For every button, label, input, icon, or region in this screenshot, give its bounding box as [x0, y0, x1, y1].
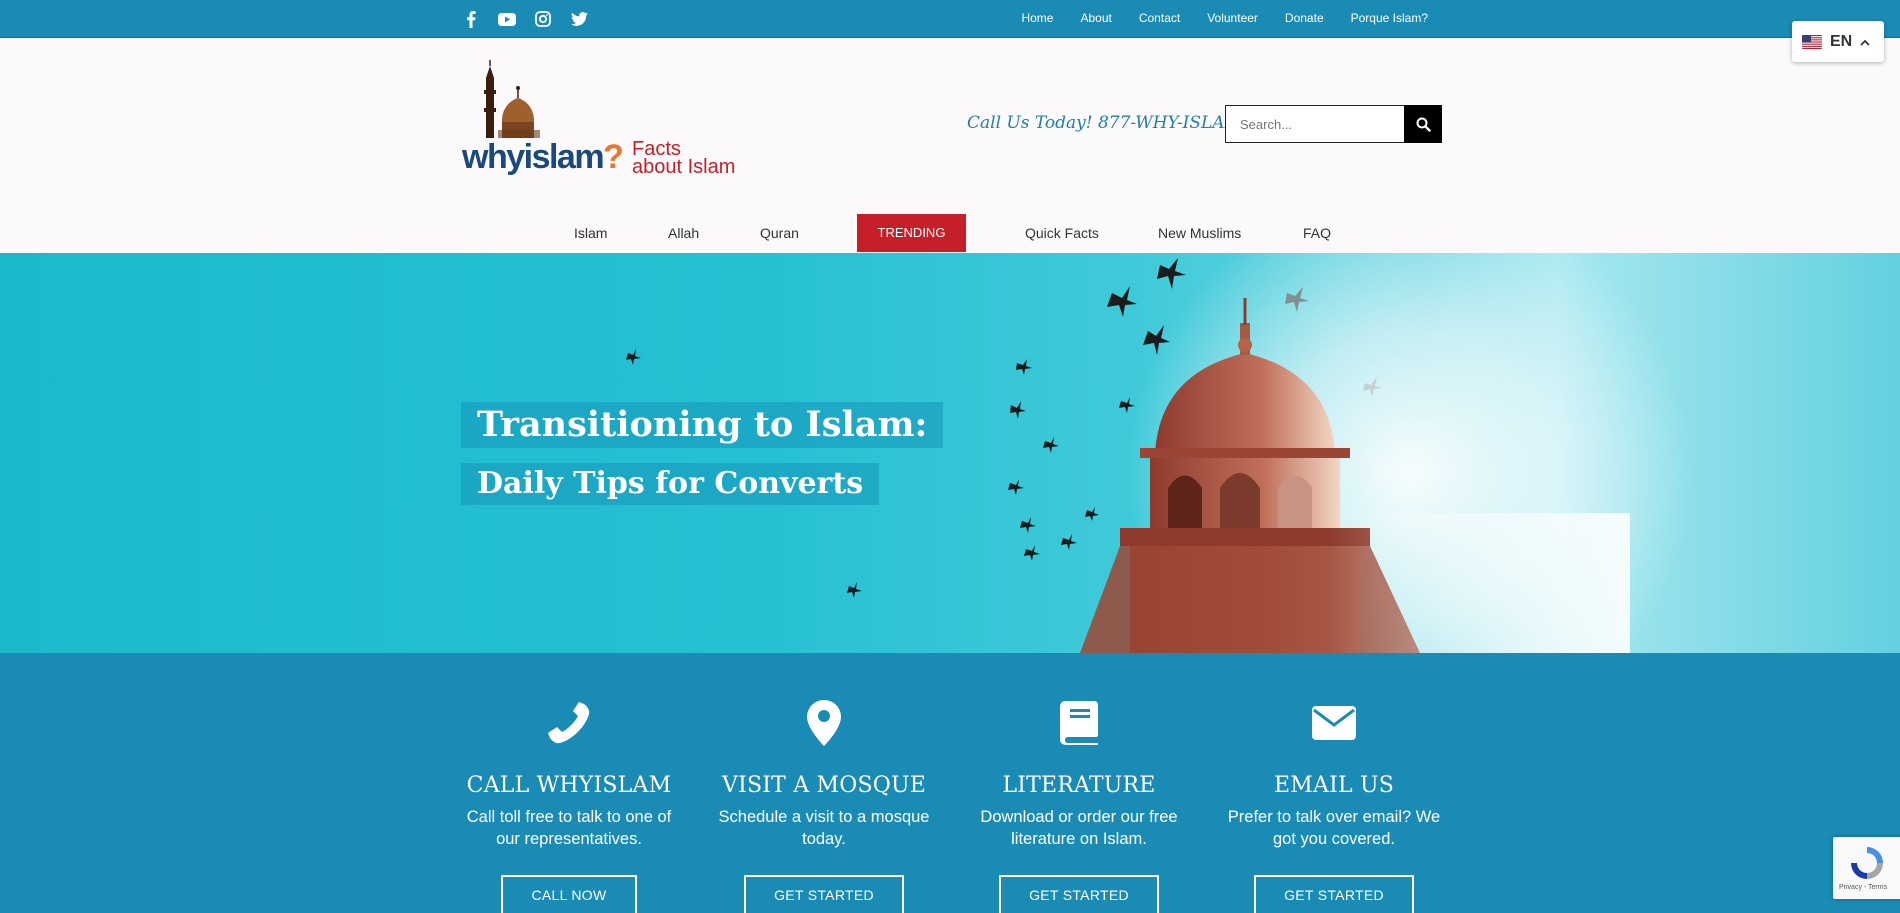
site-header: whyislam? Facts about Islam Call Us Toda…	[0, 38, 1900, 253]
site-tagline: Facts about Islam	[632, 138, 736, 178]
social-links	[462, 0, 588, 38]
nav-new-muslims[interactable]: New Muslims	[1158, 214, 1241, 252]
whyislam-logo[interactable]: whyislam?	[460, 60, 624, 185]
hero-title: Transitioning to Islam:	[461, 402, 944, 448]
nav-islam[interactable]: Islam	[574, 214, 607, 252]
us-flag-icon	[1802, 34, 1822, 49]
hero-banner[interactable]: Transitioning to Islam: Daily Tips for C…	[0, 253, 1900, 653]
feature-call-text: Call toll free to talk to one of our rep…	[466, 808, 672, 848]
logo-wordmark: whyislam?	[462, 138, 624, 176]
feature-mosque: VISIT A MOSQUE Schedule a visit to a mos…	[709, 653, 939, 913]
call-now-button[interactable]: CALL NOW	[501, 875, 637, 913]
topnav-donate[interactable]: Donate	[1285, 11, 1324, 25]
call-us-text: Call Us Today! 877-WHY-ISLAM	[967, 113, 1242, 133]
recaptcha-icon	[1851, 847, 1883, 879]
feature-email-text: Prefer to talk over email? We got you co…	[1227, 808, 1441, 848]
nav-allah[interactable]: Allah	[668, 214, 699, 252]
nav-quran[interactable]: Quran	[760, 214, 799, 252]
topnav-home[interactable]: Home	[1021, 11, 1053, 25]
features-section: CALL WHYISLAM Call toll free to talk to …	[0, 653, 1900, 913]
nav-faq[interactable]: FAQ	[1303, 214, 1331, 252]
search-button[interactable]	[1404, 105, 1442, 143]
search-form	[1225, 105, 1442, 143]
feature-literature: LITERATURE Download or order our free li…	[964, 653, 1194, 913]
search-input[interactable]	[1225, 105, 1404, 143]
search-icon	[1416, 117, 1431, 132]
feature-email-title: EMAIL US	[1274, 773, 1394, 798]
feature-mosque-title: VISIT A MOSQUE	[722, 773, 926, 798]
facebook-icon[interactable]	[462, 10, 480, 28]
visit-mosque-button[interactable]: GET STARTED	[744, 875, 904, 913]
envelope-icon	[1312, 706, 1356, 740]
top-nav: Home About Contact Volunteer Donate Porq…	[1021, 0, 1428, 36]
book-icon	[1060, 701, 1098, 745]
phone-icon	[548, 702, 590, 744]
language-selector[interactable]: EN	[1792, 21, 1884, 62]
topnav-about[interactable]: About	[1080, 11, 1111, 25]
feature-mosque-text: Schedule a visit to a mosque today.	[718, 808, 930, 848]
topnav-contact[interactable]: Contact	[1139, 11, 1180, 25]
nav-trending[interactable]: TRENDING	[857, 214, 966, 252]
recaptcha-links[interactable]: Privacy - Terms	[1839, 884, 1887, 891]
minaret-birds-illustration	[626, 258, 1630, 653]
mosque-logo-icon	[484, 60, 540, 138]
recaptcha-badge[interactable]: Privacy - Terms	[1833, 837, 1900, 899]
chevron-up-icon	[1860, 33, 1870, 51]
map-marker-icon	[807, 700, 841, 746]
topnav-volunteer[interactable]: Volunteer	[1207, 11, 1258, 25]
nav-quick-facts[interactable]: Quick Facts	[1025, 214, 1099, 252]
twitter-icon[interactable]	[570, 10, 588, 28]
main-nav: Islam Allah Quran TRENDING Quick Facts N…	[0, 214, 1900, 252]
language-code: EN	[1830, 32, 1853, 50]
hero-subtitle: Daily Tips for Converts	[461, 463, 880, 505]
feature-email: EMAIL US Prefer to talk over email? We g…	[1219, 653, 1449, 913]
feature-literature-title: LITERATURE	[1002, 773, 1156, 798]
feature-literature-text: Download or order our free literature on…	[980, 808, 1178, 848]
topnav-porque-islam[interactable]: Porque Islam?	[1351, 11, 1428, 25]
feature-call-title: CALL WHYISLAM	[466, 773, 672, 798]
youtube-icon[interactable]	[498, 10, 516, 28]
email-button[interactable]: GET STARTED	[1254, 875, 1414, 913]
top-bar: Home About Contact Volunteer Donate Porq…	[0, 0, 1900, 38]
literature-button[interactable]: GET STARTED	[999, 875, 1159, 913]
instagram-icon[interactable]	[534, 10, 552, 28]
feature-call: CALL WHYISLAM Call toll free to talk to …	[454, 653, 684, 913]
